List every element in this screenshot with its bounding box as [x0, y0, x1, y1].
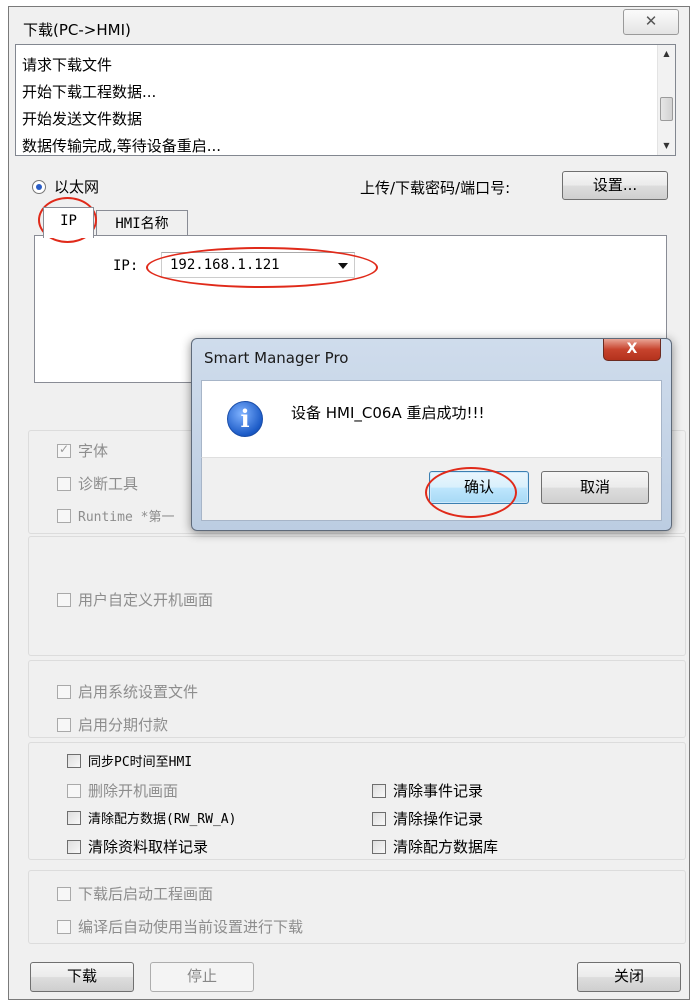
system-settings-checkbox[interactable]: [57, 684, 71, 699]
window-close-button[interactable]: ✕: [623, 9, 679, 35]
clear-event-checkbox[interactable]: [372, 783, 386, 798]
custom-startup-checkbox[interactable]: [57, 592, 71, 607]
scroll-thumb[interactable]: [660, 97, 673, 121]
font-label: 字体: [78, 442, 109, 460]
log-line: 开始下载工程数据...: [22, 83, 157, 101]
password-port-label: 上传/下载密码/端口号:: [360, 179, 511, 197]
sync-time-label: 同步PC时间至HMI: [88, 755, 193, 770]
system-settings-option[interactable]: 启用系统设置文件: [57, 681, 198, 702]
log-line: 请求下载文件: [22, 56, 113, 74]
installment-label: 启用分期付款: [78, 716, 169, 734]
ip-address-combo[interactable]: 192.168.1.121: [161, 252, 355, 278]
diagnostic-checkbox[interactable]: [57, 476, 71, 491]
clear-sampling-label: 清除资料取样记录: [88, 838, 209, 856]
font-option[interactable]: 字体: [57, 440, 108, 461]
ethernet-option[interactable]: 以太网: [32, 176, 99, 197]
log-line: 开始发送文件数据: [22, 110, 143, 128]
ip-label: IP:: [113, 258, 139, 274]
clear-operation-label: 清除操作记录: [393, 810, 484, 828]
clear-operation-option[interactable]: 清除操作记录: [372, 808, 483, 829]
delete-startup-label: 删除开机画面: [88, 782, 179, 800]
clear-operation-checkbox[interactable]: [372, 811, 386, 826]
runtime-option[interactable]: Runtime *第一: [57, 506, 174, 525]
tab-ip[interactable]: IP: [43, 207, 94, 238]
diagnostic-option[interactable]: 诊断工具: [57, 473, 138, 494]
auto-download-checkbox[interactable]: [57, 919, 71, 934]
launch-after-download-option[interactable]: 下载后启动工程画面: [57, 883, 213, 904]
runtime-checkbox[interactable]: [57, 508, 71, 523]
chevron-down-icon[interactable]: [338, 263, 348, 269]
scroll-up-icon[interactable]: ▲: [658, 45, 675, 63]
clear-recipe-data-label: 清除配方数据(RW_RW_A): [88, 812, 237, 827]
title-bar: 下载(PC->HMI) ✕: [9, 7, 689, 47]
dialog-title: Smart Manager Pro: [204, 349, 349, 367]
clear-recipe-data-checkbox[interactable]: [67, 810, 81, 825]
stop-button[interactable]: 停止: [150, 962, 254, 992]
delete-startup-option[interactable]: 删除开机画面: [67, 780, 178, 801]
clear-recipe-data-option[interactable]: 清除配方数据(RW_RW_A): [67, 808, 236, 827]
confirm-button[interactable]: 确认: [429, 471, 529, 504]
launch-after-download-checkbox[interactable]: [57, 886, 71, 901]
custom-startup-option[interactable]: 用户自定义开机画面: [57, 589, 213, 610]
ip-address-value: 192.168.1.121: [170, 257, 280, 273]
settings-button[interactable]: 设置...: [562, 171, 668, 200]
download-button[interactable]: 下载: [30, 962, 134, 992]
sync-time-option[interactable]: 同步PC时间至HMI: [67, 751, 192, 770]
tab-hmi-name[interactable]: HMI名称: [96, 210, 188, 238]
clear-recipe-db-option[interactable]: 清除配方数据库: [372, 836, 498, 857]
clear-recipe-db-label: 清除配方数据库: [393, 838, 499, 856]
font-checkbox[interactable]: [57, 442, 71, 458]
sync-time-checkbox[interactable]: [67, 753, 81, 768]
restart-success-dialog: Smart Manager Pro X i 设备 HMI_C06A 重启成功!!…: [191, 338, 672, 531]
clear-event-option[interactable]: 清除事件记录: [372, 780, 483, 801]
clear-sampling-checkbox[interactable]: [67, 839, 81, 854]
dialog-message: 设备 HMI_C06A 重启成功!!!: [291, 404, 485, 422]
auto-download-label: 编译后自动使用当前设置进行下载: [78, 918, 304, 936]
clear-sampling-option[interactable]: 清除资料取样记录: [67, 836, 208, 857]
info-icon: i: [227, 401, 263, 437]
installment-checkbox[interactable]: [57, 717, 71, 732]
diagnostic-label: 诊断工具: [78, 475, 139, 493]
clear-event-label: 清除事件记录: [393, 782, 484, 800]
dialog-body: i 设备 HMI_C06A 重启成功!!!: [201, 380, 662, 457]
installment-option[interactable]: 启用分期付款: [57, 714, 168, 735]
download-log[interactable]: 请求下载文件 开始下载工程数据... 开始发送文件数据 数据传输完成,等待设备重…: [15, 44, 676, 156]
log-line: 数据传输完成,等待设备重启...: [22, 137, 222, 155]
dialog-close-button[interactable]: X: [603, 339, 661, 361]
ethernet-radio[interactable]: [32, 179, 46, 194]
window-title: 下载(PC->HMI): [23, 21, 131, 39]
auto-download-option[interactable]: 编译后自动使用当前设置进行下载: [57, 916, 303, 937]
log-lines: 请求下载文件 开始下载工程数据... 开始发送文件数据 数据传输完成,等待设备重…: [22, 52, 222, 155]
launch-after-download-label: 下载后启动工程画面: [78, 885, 214, 903]
runtime-label: Runtime *第一: [78, 510, 175, 525]
system-settings-label: 启用系统设置文件: [78, 683, 199, 701]
close-button[interactable]: 关闭: [577, 962, 681, 992]
clear-recipe-db-checkbox[interactable]: [372, 839, 386, 854]
scroll-down-icon[interactable]: ▼: [658, 137, 675, 155]
custom-startup-label: 用户自定义开机画面: [78, 591, 214, 609]
log-scrollbar[interactable]: ▲ ▼: [657, 45, 675, 155]
dialog-footer: 确认 取消: [201, 457, 662, 521]
ethernet-label: 以太网: [54, 178, 100, 196]
cancel-button[interactable]: 取消: [541, 471, 649, 504]
delete-startup-checkbox[interactable]: [67, 783, 81, 798]
